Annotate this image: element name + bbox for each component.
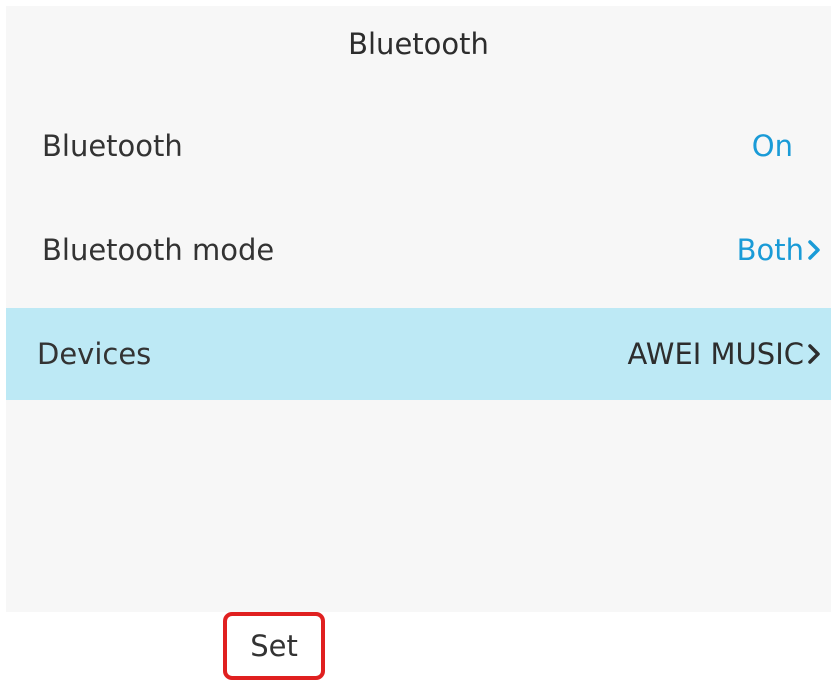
setting-value-devices: AWEI MUSIC xyxy=(628,308,821,400)
setting-value-text: On xyxy=(751,129,793,163)
page-title: Bluetooth xyxy=(348,27,489,61)
setting-value-text: Both xyxy=(736,233,804,267)
setting-value-text: AWEI MUSIC xyxy=(627,337,804,371)
setting-value-bluetooth-mode: Both xyxy=(737,204,821,296)
set-softkey-button[interactable]: Set xyxy=(223,612,325,680)
setting-label: Bluetooth xyxy=(42,129,183,163)
phone-screen: Bluetooth Bluetooth On Bluetooth mode Bo… xyxy=(6,6,831,612)
setting-label: Devices xyxy=(37,337,152,371)
setting-row-devices[interactable]: Devices AWEI MUSIC xyxy=(6,308,831,400)
setting-row-bluetooth-mode[interactable]: Bluetooth mode Both xyxy=(6,204,831,296)
setting-row-bluetooth[interactable]: Bluetooth On xyxy=(6,100,831,192)
chevron-right-icon xyxy=(807,343,821,365)
setting-value-bluetooth: On xyxy=(752,100,793,192)
chevron-right-icon xyxy=(807,239,821,261)
setting-label: Bluetooth mode xyxy=(42,233,275,267)
